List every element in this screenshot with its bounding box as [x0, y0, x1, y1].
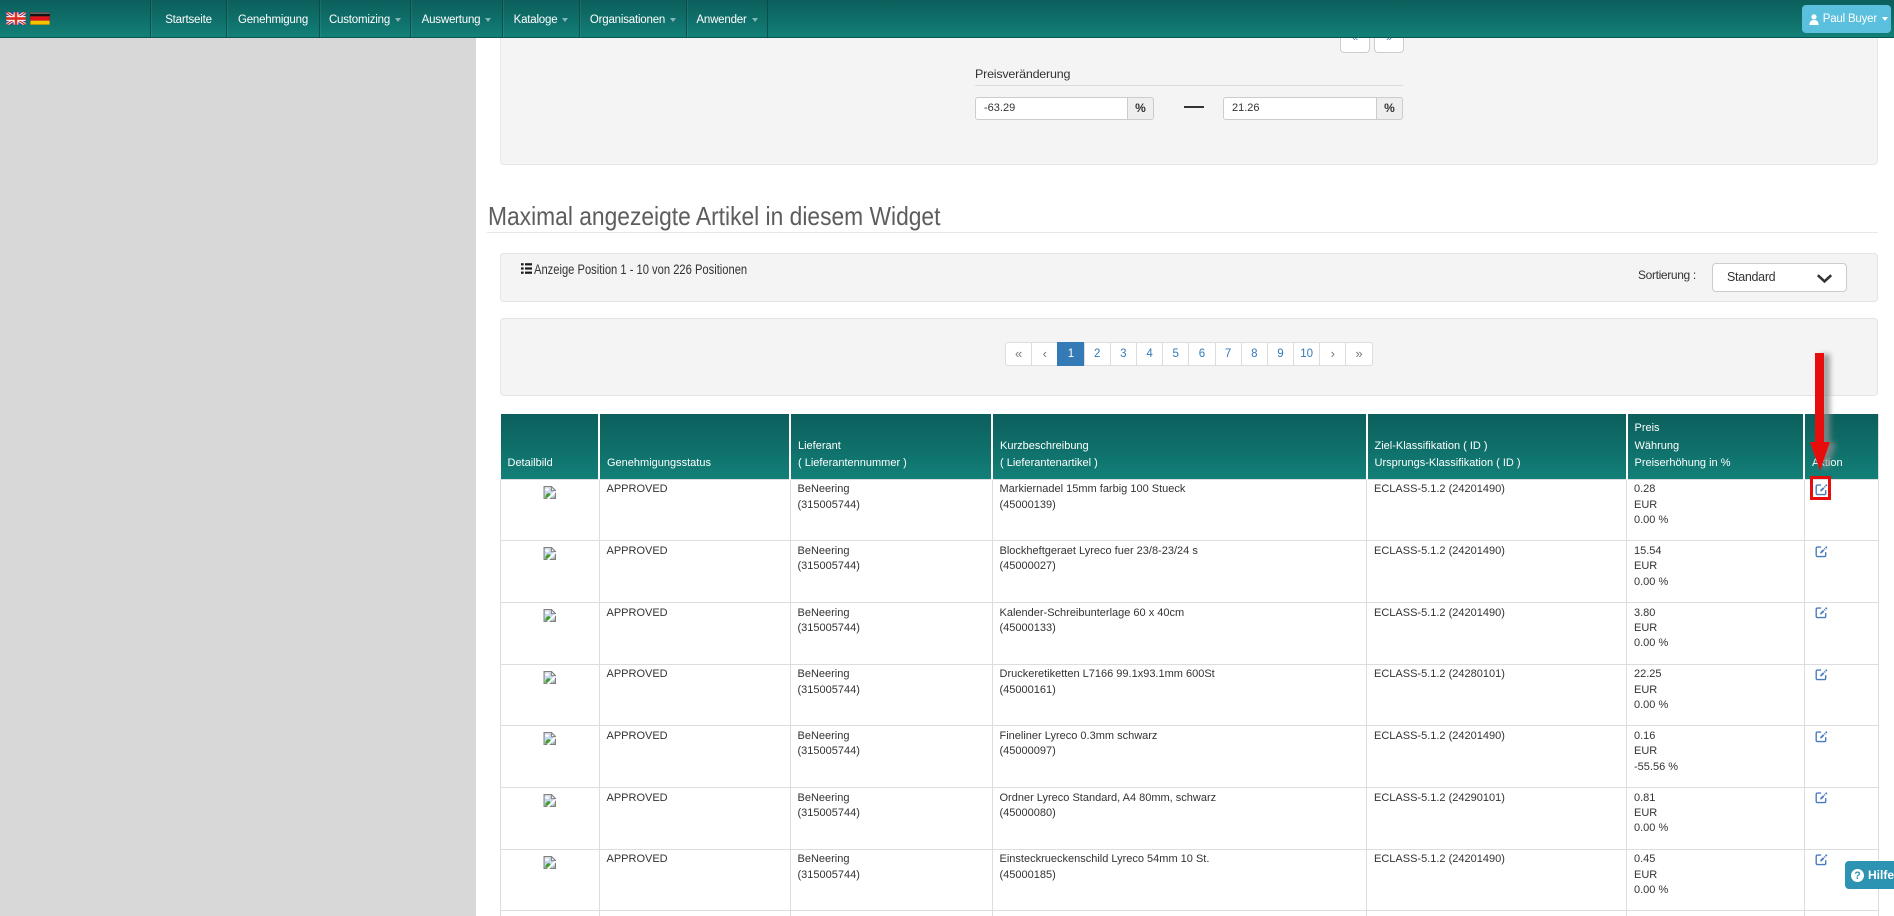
- svg-text:?: ?: [1854, 870, 1861, 882]
